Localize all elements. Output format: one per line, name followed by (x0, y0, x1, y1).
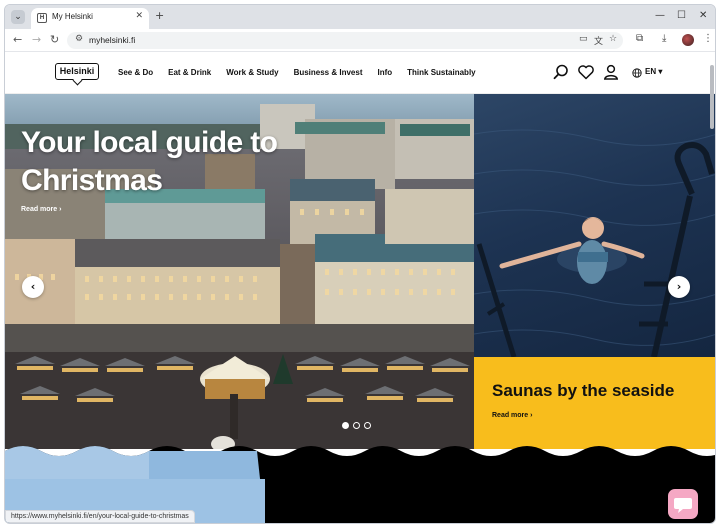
heart-icon[interactable] (577, 63, 595, 81)
menu-icon[interactable]: ⋮ (703, 33, 713, 44)
helsinki-logo[interactable]: Helsinki (55, 63, 99, 80)
browser-window: ⌄ H My Helsinki ✕ + — ☐ ✕ ← → ↻ ⚙ myhels… (4, 4, 716, 524)
search-icon[interactable] (552, 63, 570, 81)
nav-info[interactable]: Info (377, 68, 392, 77)
arrow-right-icon[interactable]: › (668, 276, 690, 298)
close-tab-icon[interactable]: ✕ (135, 11, 143, 21)
nav-business-invest[interactable]: Business & Invest (294, 68, 363, 77)
url-text[interactable]: myhelsinki.fi (89, 35, 135, 45)
scrollbar-thumb[interactable] (710, 65, 714, 129)
arrow-left-icon[interactable]: ‹ (22, 276, 44, 298)
chevron-down-icon: ▾ (656, 67, 663, 76)
minimize-icon[interactable]: — (655, 10, 665, 21)
site-header: Helsinki See & Do Eat & Drink Work & Stu… (5, 52, 715, 94)
carousel-dot-1[interactable] (342, 422, 349, 429)
sauna-swim-photo (474, 94, 715, 357)
sauna-card[interactable]: Saunas by the seaside Read more › (474, 357, 715, 449)
close-window-icon[interactable]: ✕ (699, 10, 707, 21)
browser-toolbar: ← → ↻ ⚙ myhelsinki.fi ▭ 文 ☆ ⧉ ⤓ ⋮ (5, 29, 715, 52)
user-icon[interactable] (602, 63, 620, 81)
main-nav: See & Do Eat & Drink Work & Study Busine… (118, 68, 476, 77)
site-info-icon[interactable]: ⚙ (75, 34, 83, 44)
download-icon[interactable]: ⤓ (662, 33, 666, 44)
forward-icon[interactable]: → (32, 33, 41, 46)
chat-button[interactable] (668, 489, 698, 519)
back-icon[interactable]: ← (13, 33, 22, 46)
hero-carousel: Your local guide to Christmas Read more … (5, 94, 715, 523)
favicon-icon: H (37, 13, 47, 23)
address-bar[interactable]: ⚙ myhelsinki.fi ▭ 文 ☆ (67, 32, 623, 49)
status-bar-url: https://www.myhelsinki.fi/en/your-local-… (5, 510, 195, 523)
extensions-icon[interactable]: ⧉ (636, 33, 643, 44)
translate-icon[interactable]: 文 (594, 34, 603, 47)
sauna-read-more-link[interactable]: Read more › (492, 412, 532, 419)
tab-my-helsinki[interactable]: H My Helsinki ✕ (31, 8, 149, 29)
new-tab-icon[interactable]: + (155, 9, 164, 22)
globe-icon[interactable] (632, 68, 642, 78)
hero-title[interactable]: Your local guide to Christmas (21, 124, 321, 200)
hero-read-more-link[interactable]: Read more › (21, 206, 61, 213)
carousel-dots (342, 422, 371, 429)
reload-icon[interactable]: ↻ (50, 33, 59, 46)
nav-work-study[interactable]: Work & Study (226, 68, 278, 77)
carousel-dot-3[interactable] (364, 422, 371, 429)
christmas-market-photo: Your local guide to Christmas Read more … (5, 94, 474, 449)
profile-avatar[interactable] (682, 34, 694, 46)
nav-see-do[interactable]: See & Do (118, 68, 153, 77)
chat-icon (674, 498, 692, 513)
nav-think-sustainably[interactable]: Think Sustainably (407, 68, 475, 77)
tab-strip: ⌄ H My Helsinki ✕ + — ☐ ✕ (5, 5, 715, 29)
tab-title: My Helsinki (52, 12, 93, 21)
bookmark-star-icon[interactable]: ☆ (609, 34, 617, 44)
language-code: EN (645, 67, 657, 76)
maximize-icon[interactable]: ☐ (677, 10, 686, 21)
tab-search-icon[interactable]: ⌄ (11, 10, 25, 24)
sauna-card-title[interactable]: Saunas by the seaside (492, 381, 674, 401)
carousel-dot-2[interactable] (353, 422, 360, 429)
language-selector[interactable]: EN ▾ (645, 67, 662, 76)
swimmer-image (474, 129, 715, 357)
cast-icon[interactable]: ▭ (579, 34, 588, 44)
nav-eat-drink[interactable]: Eat & Drink (168, 68, 211, 77)
